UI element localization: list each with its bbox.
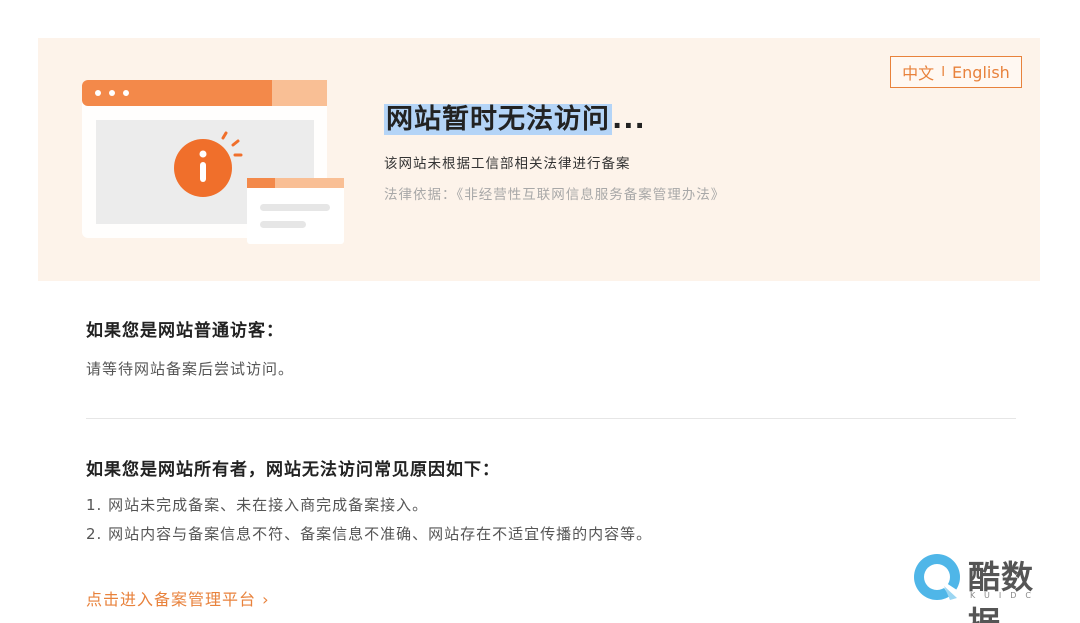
watermark-sub: KUIDC	[970, 591, 1040, 600]
lang-zh-link[interactable]: 中文	[902, 60, 934, 84]
lang-en-link[interactable]: English	[952, 63, 1010, 82]
visitor-section-title: 如果您是网站普通访客：	[86, 321, 284, 341]
page-title-suffix: ...	[612, 104, 646, 135]
section-divider	[86, 418, 1016, 419]
watermark-logo: 酷数据 KUIDC	[912, 552, 1062, 623]
owner-reason-2: 2. 网站内容与备案信息不符、备案信息不准确、网站存在不适宜传播的内容等。	[86, 525, 653, 543]
visitor-section-text: 请等待网站备案后尝试访问。	[86, 360, 295, 378]
hero-banner: 中文 I English 网站暂时无法访问... 该网站未根据工信部相关法律进行…	[38, 38, 1040, 281]
filing-platform-link[interactable]: 点击进入备案管理平台 ›	[86, 586, 270, 610]
language-switch: 中文 I English	[890, 56, 1022, 88]
owner-section-title: 如果您是网站所有者，网站无法访问常见原因如下：	[86, 460, 500, 480]
hero-subtitle: 该网站未根据工信部相关法律进行备案	[384, 156, 631, 172]
hero-law-basis: 法律依据：《非经营性互联网信息服务备案管理办法》	[384, 187, 726, 203]
blocked-site-illustration	[82, 80, 344, 244]
page-title: 网站暂时无法访问...	[384, 100, 646, 140]
lang-separator: I	[941, 64, 946, 80]
page-title-highlight: 网站暂时无法访问	[384, 104, 612, 135]
owner-reason-1: 1. 网站未完成备案、未在接入商完成备案接入。	[86, 496, 429, 514]
watermark-brand: 酷数据	[968, 558, 1035, 623]
kuidc-logo-icon	[914, 554, 960, 600]
